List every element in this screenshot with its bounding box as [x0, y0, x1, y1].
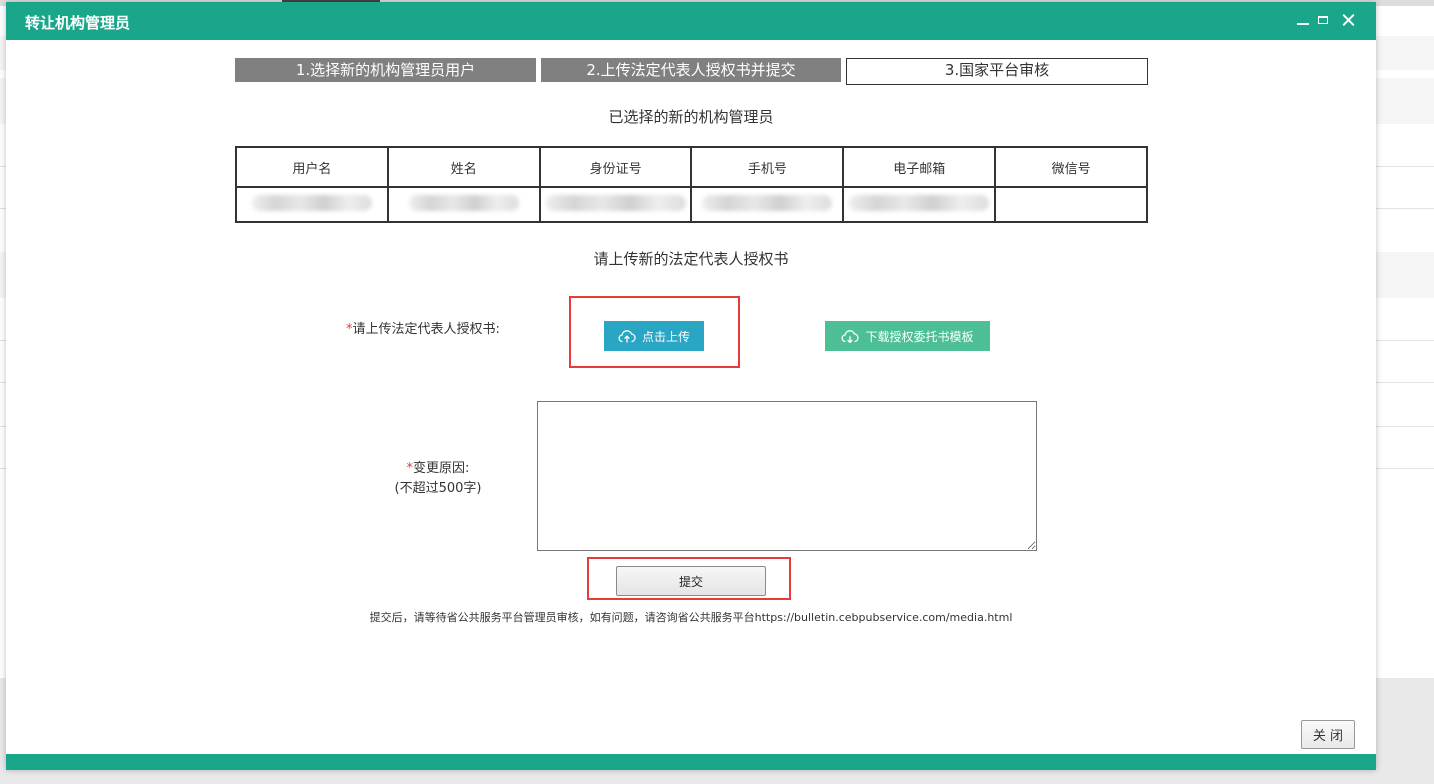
reason-label-text: 变更原因:: [413, 461, 470, 476]
cell-email: [842, 186, 997, 223]
selected-admin-table: 用户名 姓名 身份证号 手机号 电子邮箱 微信号: [235, 146, 1148, 223]
redacted-value: [849, 194, 990, 211]
upload-label-text: 请上传法定代表人授权书:: [352, 322, 500, 337]
cell-username: [235, 186, 389, 223]
reason-label: *变更原因: (不超过500字): [383, 459, 493, 499]
step-2: 2.上传法定代表人授权书并提交: [541, 58, 841, 82]
cloud-upload-icon: [618, 330, 636, 343]
step-1: 1.选择新的机构管理员用户: [235, 58, 536, 82]
minimize-icon[interactable]: [1294, 11, 1312, 29]
reason-hint: (不超过500字): [394, 481, 482, 496]
upload-label: *请上传法定代表人授权书:: [346, 318, 500, 337]
upload-button[interactable]: 点击上传: [604, 321, 704, 351]
cell-phone: [690, 186, 845, 223]
reason-label-line: *变更原因:: [383, 459, 493, 479]
close-button[interactable]: 关 闭: [1301, 720, 1355, 749]
dialog-header: 转让机构管理员: [6, 2, 1376, 40]
cell-wechat: [994, 186, 1148, 223]
upload-button-label: 点击上传: [641, 329, 690, 344]
table-row: [235, 186, 1148, 223]
cell-name: [386, 186, 541, 223]
column-name: 姓名: [386, 146, 541, 188]
cell-id-number: [538, 186, 693, 223]
table-header-row: 用户名 姓名 身份证号 手机号 电子邮箱 微信号: [235, 146, 1148, 188]
dialog-footer-bar: [6, 754, 1376, 770]
download-template-button[interactable]: 下载授权委托书模板: [825, 321, 990, 351]
redacted-value: [702, 194, 833, 211]
change-reason-textarea[interactable]: [537, 401, 1037, 551]
column-email: 电子邮箱: [842, 146, 997, 188]
close-icon[interactable]: [1338, 10, 1358, 30]
upload-section-title: 请上传新的法定代表人授权书: [593, 250, 789, 268]
column-username: 用户名: [235, 146, 389, 188]
selected-admin-title: 已选择的新的机构管理员: [608, 108, 774, 126]
submit-button[interactable]: 提交: [616, 566, 766, 596]
column-phone: 手机号: [690, 146, 845, 188]
submit-note: 提交后，请等待省公共服务平台管理员审核，如有问题，请咨询省公共服务平台https…: [369, 611, 1013, 624]
download-template-label: 下载授权委托书模板: [865, 329, 974, 344]
maximize-icon[interactable]: [1314, 11, 1332, 29]
step-3: 3.国家平台审核: [846, 58, 1148, 85]
column-wechat: 微信号: [994, 146, 1148, 188]
redacted-value: [545, 194, 686, 211]
cloud-download-icon: [842, 330, 860, 343]
redacted-value: [408, 194, 519, 211]
column-id-number: 身份证号: [538, 146, 693, 188]
dialog-title: 转让机构管理员: [25, 14, 131, 32]
redacted-value: [251, 194, 372, 211]
transfer-admin-dialog: 转让机构管理员 1.选择新的机构管理员用户 2.上传法定代表人授权书并提交 3.…: [6, 2, 1376, 770]
